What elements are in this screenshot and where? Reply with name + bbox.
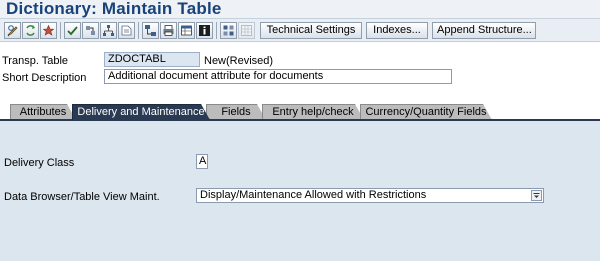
object-directory-icon[interactable] [118, 22, 135, 39]
other-object-icon[interactable] [22, 22, 39, 39]
title-bar: Dictionary: Maintain Table [0, 0, 600, 19]
enhancement-icon[interactable] [220, 22, 237, 39]
transp-table-label: Transp. Table [2, 55, 69, 67]
data-browser-value: Display/Maintenance Allowed with Restric… [200, 189, 427, 201]
tree-structure-icon[interactable] [142, 22, 159, 39]
technical-settings-button[interactable]: Technical Settings [260, 22, 362, 39]
table-contents-icon[interactable] [178, 22, 195, 39]
indexes-button[interactable]: Indexes... [366, 22, 428, 39]
tab-delivery-and-maintenance[interactable]: Delivery and Maintenance [72, 104, 210, 120]
tab-strip: Attributes Delivery and Maintenance Fiel… [0, 90, 600, 120]
status-text: New(Revised) [204, 55, 274, 67]
tab-attributes[interactable]: Attributes [10, 104, 76, 120]
activate-icon[interactable] [40, 22, 57, 39]
display-change-icon[interactable] [4, 22, 21, 39]
data-browser-dropdown[interactable]: Display/Maintenance Allowed with Restric… [196, 188, 544, 203]
tab-fields[interactable]: Fields [206, 104, 266, 120]
application-toolbar: Technical Settings Indexes... Append Str… [0, 19, 600, 42]
hierarchy-icon[interactable] [100, 22, 117, 39]
short-description-field[interactable]: Additional document attribute for docume… [104, 69, 452, 84]
tab-currency-quantity-fields[interactable]: Currency/Quantity Fields [360, 104, 492, 120]
data-browser-label: Data Browser/Table View Maint. [4, 191, 160, 203]
short-description-label: Short Description [2, 72, 87, 84]
append-structure-button[interactable]: Append Structure... [432, 22, 536, 39]
grid-icon[interactable] [238, 22, 255, 39]
header-area: Transp. Table ZDOCTABL New(Revised) Shor… [0, 42, 600, 90]
where-used-icon[interactable] [82, 22, 99, 39]
print-icon[interactable] [160, 22, 177, 39]
delivery-class-field[interactable]: A [196, 154, 208, 169]
toolbar-separator [60, 22, 61, 39]
check-icon[interactable] [64, 22, 81, 39]
toolbar-separator [138, 22, 139, 39]
window-title: Dictionary: Maintain Table [6, 0, 222, 18]
dropdown-arrow-icon[interactable] [531, 190, 542, 201]
tab-content-panel: Delivery Class A Data Browser/Table View… [0, 121, 600, 261]
toolbar-separator [216, 22, 217, 39]
transp-table-field: ZDOCTABL [104, 52, 200, 67]
tab-entry-help-check[interactable]: Entry help/check [262, 104, 364, 120]
info-icon[interactable] [196, 22, 213, 39]
delivery-class-label: Delivery Class [4, 157, 75, 169]
